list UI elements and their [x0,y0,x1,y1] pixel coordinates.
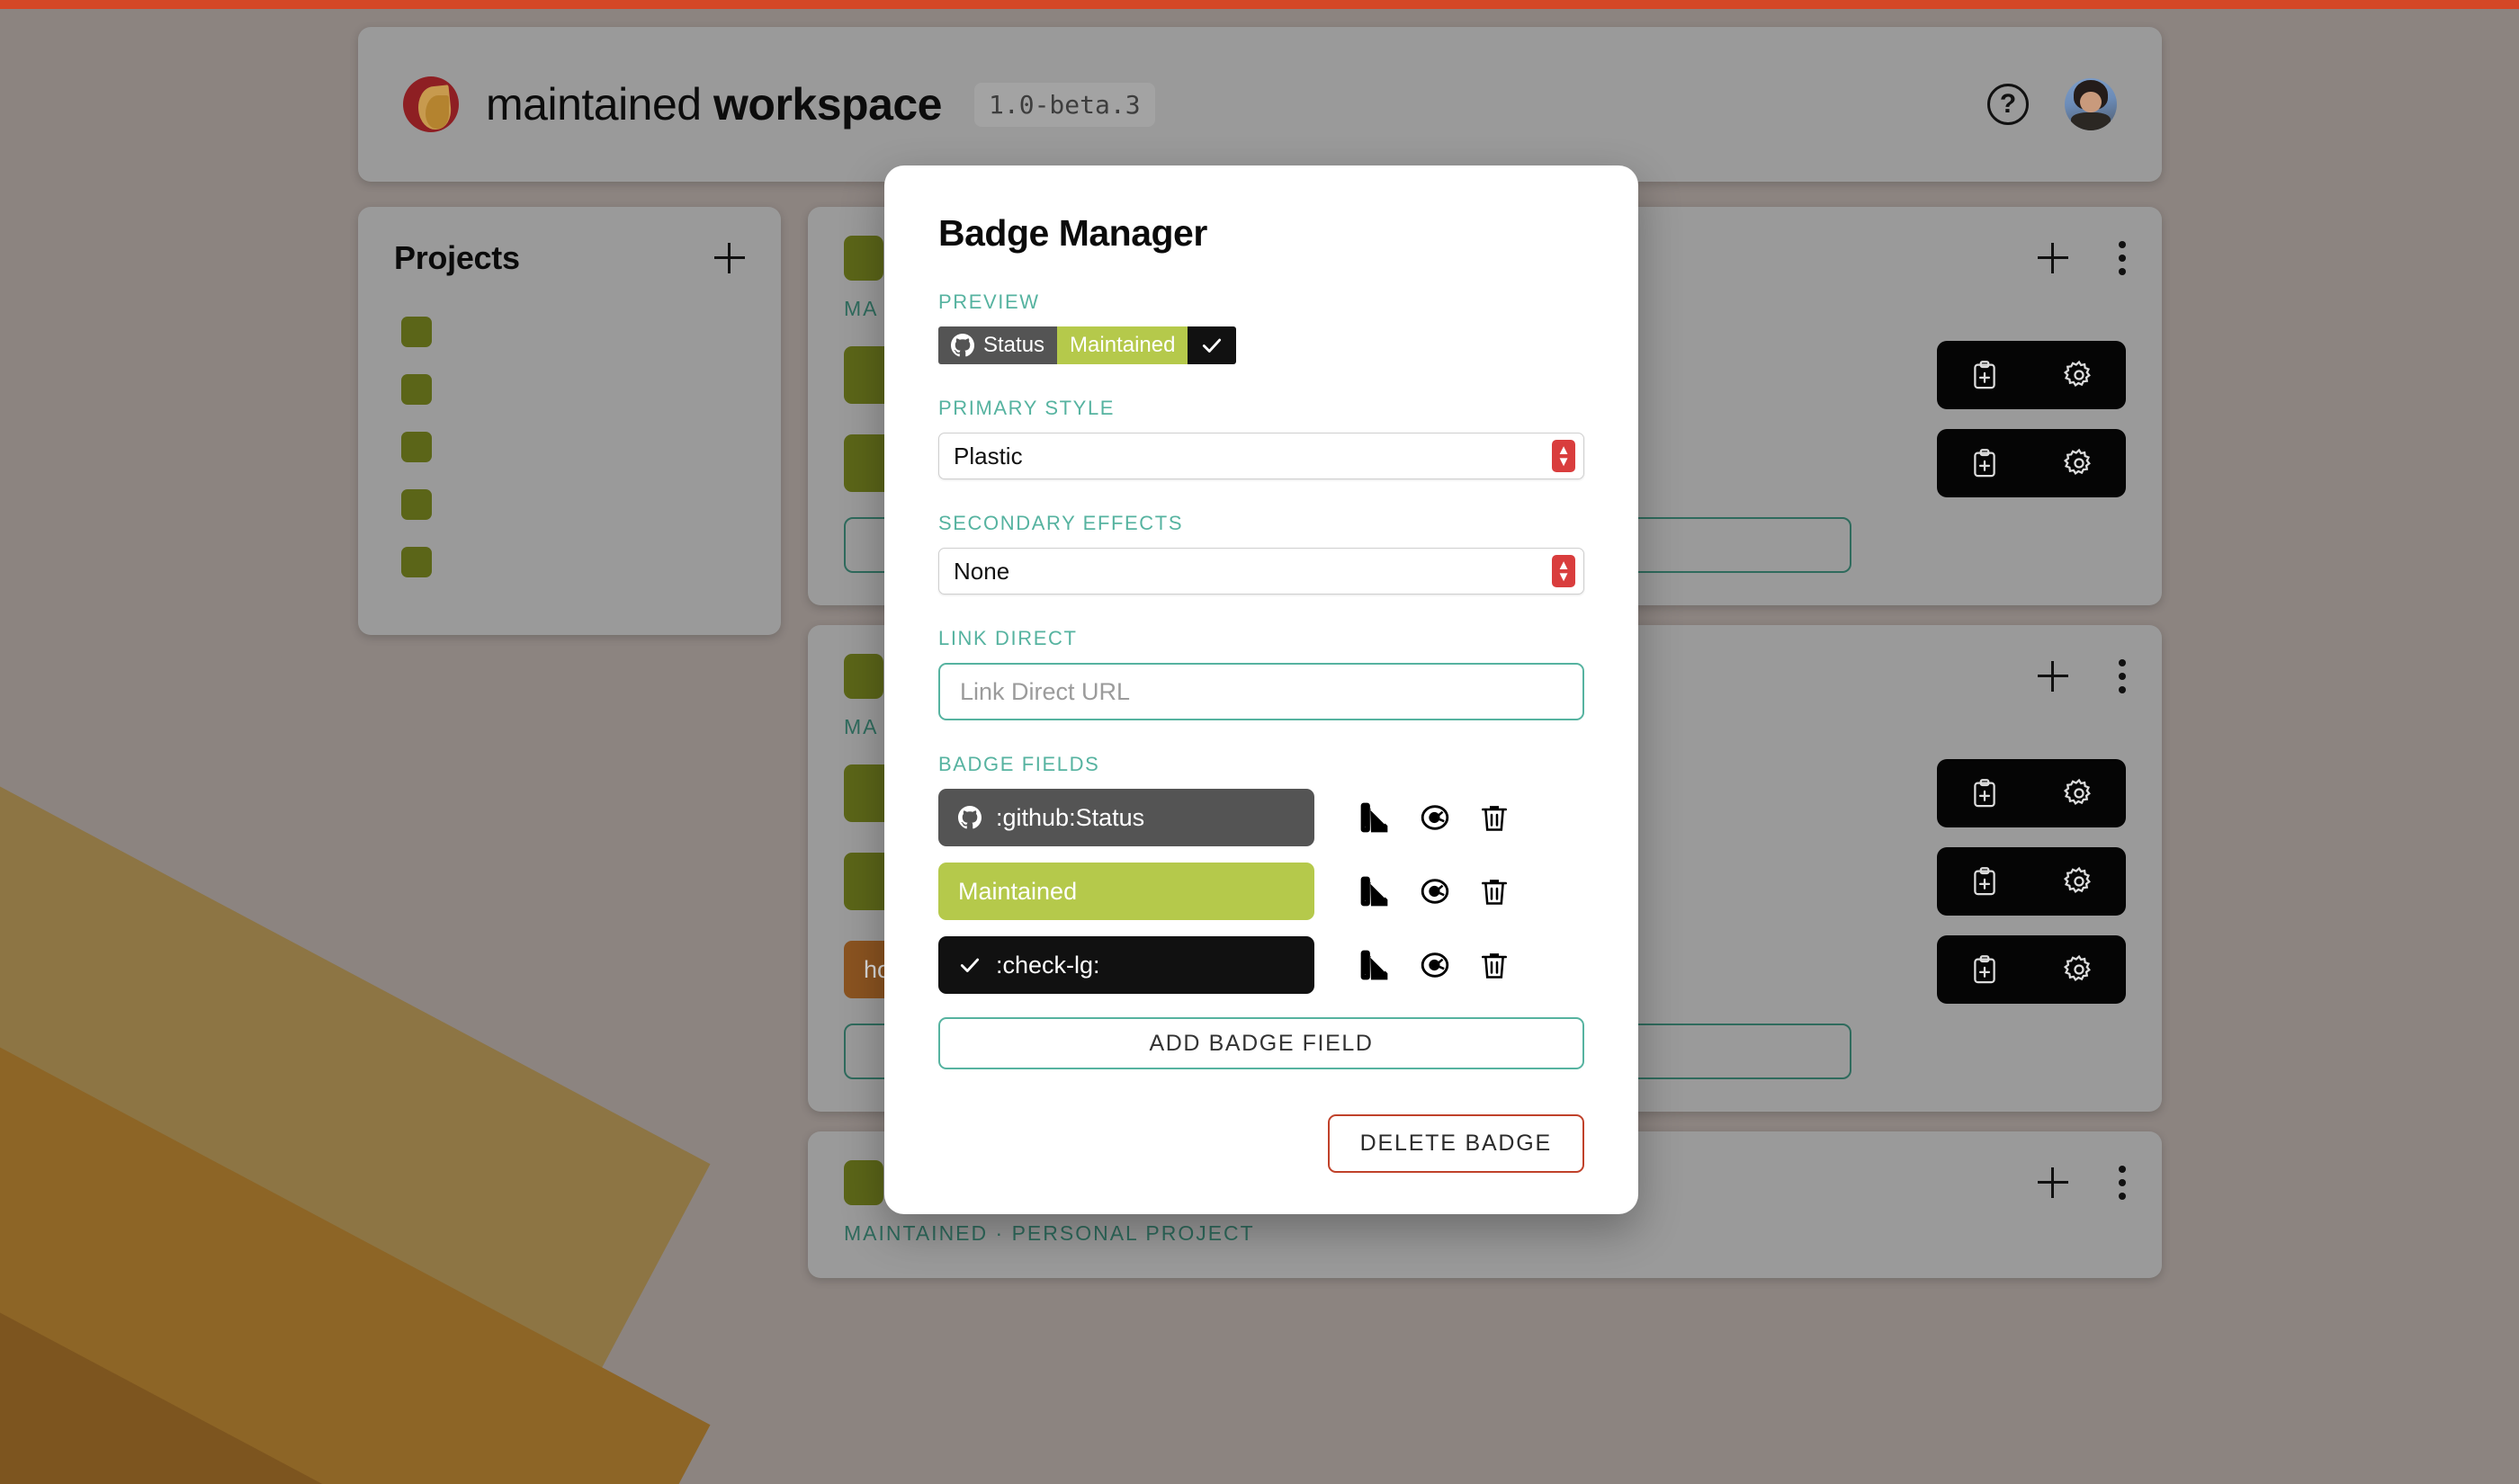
secondary-effects-group: SECONDARY EFFECTS NoneShadowGlowGradient… [938,512,1584,594]
badge-field-label: :github:Status [996,803,1145,831]
primary-style-group: PRIMARY STYLE PlasticFlatFlat SquareFor … [938,397,1584,479]
plug-icon[interactable] [1419,801,1451,834]
check-icon [1200,334,1224,357]
dialog-footer: DELETE BADGE [938,1114,1584,1173]
primary-style-label: PRIMARY STYLE [938,397,1116,419]
secondary-effects-select[interactable]: NoneShadowGlowGradient [938,548,1584,594]
preview-segment-1: Status [938,326,1058,364]
trash-icon[interactable] [1478,801,1511,834]
github-icon [958,806,982,829]
palette-icon[interactable] [1359,801,1392,834]
add-badge-field-button[interactable]: ADD BADGE FIELD [938,1017,1584,1069]
badge-field-row: :github:Status [938,789,1584,846]
link-direct-group: LINK DIRECT [938,627,1584,720]
badge-field-row: :check-lg: [938,936,1584,994]
preview-segment-3 [1188,326,1237,364]
secondary-effects-label: SECONDARY EFFECTS [938,512,1184,534]
link-direct-input[interactable] [938,663,1584,720]
primary-style-select[interactable]: PlasticFlatFlat SquareFor The BadgeSocia… [938,433,1584,479]
trash-icon[interactable] [1478,875,1511,907]
check-icon [958,953,982,977]
badge-fields-label: BADGE FIELDS [938,753,1100,775]
preview-segment-label: Maintained [1070,333,1176,357]
preview-group: PREVIEW Status Maintained [938,291,1584,364]
badge-field-chip[interactable]: :github:Status [938,789,1314,846]
badge-preview: Status Maintained [938,326,1237,364]
dialog-title: Badge Manager [938,212,1207,254]
link-direct-label: LINK DIRECT [938,627,1078,649]
badge-field-actions [1359,949,1511,981]
plug-icon[interactable] [1419,875,1451,907]
badge-field-row: Maintained [938,863,1584,920]
badge-field-chip[interactable]: :check-lg: [938,936,1314,994]
preview-label: PREVIEW [938,291,1040,313]
badge-field-actions [1359,801,1511,834]
badge-field-list: :github:Status Maintained :check-lg: [938,789,1584,994]
badge-field-chip[interactable]: Maintained [938,863,1314,920]
github-icon [951,334,974,357]
badge-field-actions [1359,875,1511,907]
badge-field-label: Maintained [958,877,1078,905]
preview-segment-2: Maintained [1057,326,1188,364]
delete-badge-button[interactable]: DELETE BADGE [1327,1114,1584,1173]
badge-fields-group: BADGE FIELDS :github:Status Maintained :… [938,753,1584,1069]
palette-icon[interactable] [1359,875,1392,907]
trash-icon[interactable] [1478,949,1511,981]
preview-segment-label: Status [983,333,1045,357]
badge-field-label: :check-lg: [996,951,1100,979]
badge-manager-dialog: Badge Manager PREVIEW Status Maintained P… [884,165,1638,1214]
plug-icon[interactable] [1419,949,1451,981]
palette-icon[interactable] [1359,949,1392,981]
